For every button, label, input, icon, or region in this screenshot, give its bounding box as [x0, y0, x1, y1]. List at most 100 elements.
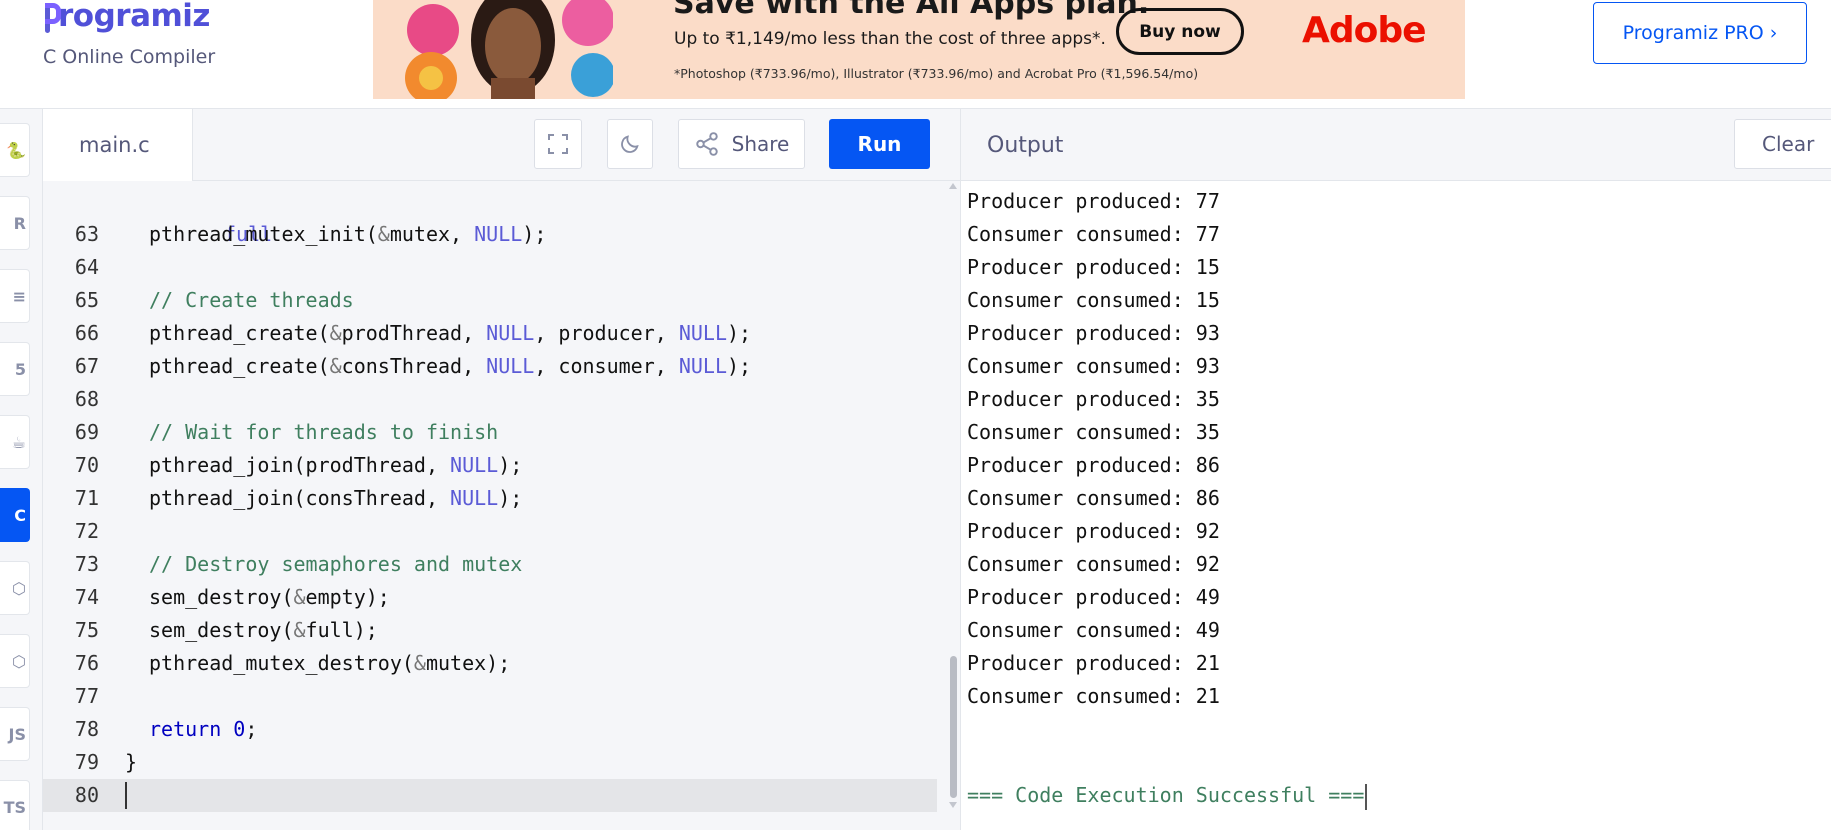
- output-line: Producer produced: 93: [967, 321, 1220, 345]
- code-line: 68: [43, 383, 937, 416]
- run-button[interactable]: Run: [829, 119, 930, 169]
- code-line-text: // Create threads: [149, 288, 354, 312]
- adobe-ad-banner[interactable]: Save with the All Apps plan. Up to ₹1,14…: [373, 0, 1465, 99]
- top-header: rogramiz C Online Compiler Save with the…: [0, 0, 1831, 109]
- scroll-down-arrow-icon[interactable]: [949, 802, 957, 808]
- language-java-button[interactable]: ☕: [0, 415, 30, 469]
- output-line: Consumer consumed: 77: [967, 222, 1220, 246]
- ad-offer-text: Up to ₹1,149/mo less than the cost of th…: [674, 29, 1106, 49]
- line-number: 72: [74, 519, 99, 543]
- language-sidebar: 🐍 R ≡ 5 ☕ C ⬡ ⬡ JS TS: [0, 109, 43, 830]
- ad-fineprint: *Photoshop (₹733.96/mo), Illustrator (₹7…: [674, 66, 1199, 81]
- output-line: Consumer consumed: 86: [967, 486, 1220, 510]
- language-cpp-button[interactable]: ⬡: [0, 561, 30, 615]
- language-javascript-button[interactable]: JS: [0, 707, 30, 761]
- line-number: 68: [74, 387, 99, 411]
- buy-now-button[interactable]: Buy now: [1116, 8, 1244, 55]
- fullscreen-button[interactable]: [534, 119, 582, 169]
- html-icon: 5: [14, 359, 26, 379]
- line-number: 74: [74, 585, 99, 609]
- output-toolbar: Output Clear: [961, 109, 1831, 181]
- moon-icon: [621, 135, 639, 153]
- adobe-logo: Adobe: [1302, 10, 1427, 51]
- text-cursor: [125, 782, 127, 809]
- programiz-logo-icon: [43, 0, 61, 33]
- code-line-text: pthread_create(&prodThread, NULL, produc…: [149, 321, 752, 345]
- output-line: Producer produced: 92: [967, 519, 1220, 543]
- line-number: 78: [74, 717, 99, 741]
- line-number: 73: [74, 552, 99, 576]
- line-number: 65: [74, 288, 99, 312]
- language-r-button[interactable]: R: [0, 196, 30, 250]
- code-line: 66 pthread_create(&prodThread, NULL, prod…: [43, 317, 937, 350]
- line-number: 77: [74, 684, 99, 708]
- scroll-up-arrow-icon[interactable]: [949, 183, 957, 189]
- output-line: Producer produced: 21: [967, 651, 1220, 675]
- line-number: 79: [74, 750, 99, 774]
- java-icon: ☕: [11, 432, 26, 452]
- javascript-icon: JS: [8, 724, 26, 744]
- python-icon: 🐍: [6, 140, 26, 160]
- output-title: Output: [987, 132, 1064, 158]
- clear-button[interactable]: Clear: [1734, 119, 1831, 169]
- code-line-text: sem_destroy(&full);: [149, 618, 378, 642]
- line-number: 76: [74, 651, 99, 675]
- language-c-button[interactable]: C: [0, 488, 30, 542]
- r-icon: R: [13, 213, 26, 233]
- scrollbar-thumb[interactable]: [950, 656, 957, 798]
- code-line: 77: [43, 680, 937, 713]
- ad-image: [405, 0, 613, 99]
- output-line: Consumer consumed: 92: [967, 552, 1220, 576]
- code-line: 69 // Wait for threads to finish: [43, 416, 937, 449]
- code-line-text: pthread_mutex_init(&mutex, NULL);: [149, 222, 547, 246]
- code-line-text: // Destroy semaphores and mutex: [149, 552, 523, 576]
- output-line: Consumer consumed: 93: [967, 354, 1220, 378]
- output-line: Consumer consumed: 15: [967, 288, 1220, 312]
- code-line-wrapped: full: [43, 185, 937, 246]
- output-line: Producer produced: 49: [967, 585, 1220, 609]
- output-line: Producer produced: 86: [967, 453, 1220, 477]
- sql-icon: ≡: [12, 286, 26, 306]
- share-button[interactable]: Share: [678, 119, 805, 169]
- code-line: 79}: [43, 746, 937, 779]
- code-line: 72: [43, 515, 937, 548]
- file-tab-main-c[interactable]: main.c: [43, 109, 193, 181]
- typescript-icon: TS: [3, 797, 26, 817]
- code-line-text: pthread_join(prodThread, NULL);: [149, 453, 523, 477]
- code-line: 65 // Create threads: [43, 284, 937, 317]
- line-number: 69: [74, 420, 99, 444]
- language-csharp-button[interactable]: ⬡: [0, 634, 30, 688]
- code-editor[interactable]: full 63 pthread_mutex_init(&mutex, NULL);…: [43, 181, 960, 830]
- line-number: 67: [74, 354, 99, 378]
- editor-toolbar: main.c Share Run: [43, 109, 960, 181]
- editor-scrollbar[interactable]: [947, 181, 960, 830]
- c-icon: C: [14, 505, 26, 525]
- code-line-text: }: [125, 750, 138, 774]
- programiz-logo[interactable]: rogramiz: [43, 0, 210, 38]
- output-line: Producer produced: 77: [967, 189, 1220, 213]
- code-line: 74 sem_destroy(&empty);: [43, 581, 937, 614]
- output-console[interactable]: Producer produced: 77 Consumer consumed: …: [961, 181, 1831, 830]
- language-sql-button[interactable]: ≡: [0, 269, 30, 323]
- code-line: 67 pthread_create(&consThread, NULL, cons…: [43, 350, 937, 383]
- line-number: 64: [74, 255, 99, 279]
- theme-toggle-button[interactable]: [607, 119, 653, 169]
- code-line-text: // Wait for threads to finish: [149, 420, 499, 444]
- output-caret: [1365, 783, 1368, 810]
- output-line: Consumer consumed: 35: [967, 420, 1220, 444]
- code-line: 80: [43, 779, 937, 812]
- language-html-button[interactable]: 5: [0, 342, 30, 396]
- language-python-button[interactable]: 🐍: [0, 123, 30, 177]
- line-number: 80: [74, 783, 99, 807]
- code-line: 63 pthread_mutex_init(&mutex, NULL);: [43, 218, 937, 251]
- line-number: 75: [74, 618, 99, 642]
- brand[interactable]: rogramiz C Online Compiler: [43, 0, 293, 100]
- code-line: 76 pthread_mutex_destroy(&mutex);: [43, 647, 937, 680]
- programiz-pro-button[interactable]: Programiz PRO ›: [1593, 2, 1807, 64]
- language-typescript-button[interactable]: TS: [0, 780, 30, 830]
- line-number: 66: [74, 321, 99, 345]
- fullscreen-icon: [548, 134, 568, 154]
- output-line: Producer produced: 15: [967, 255, 1220, 279]
- code-line: 75 sem_destroy(&full);: [43, 614, 937, 647]
- line-number: 63: [74, 222, 99, 246]
